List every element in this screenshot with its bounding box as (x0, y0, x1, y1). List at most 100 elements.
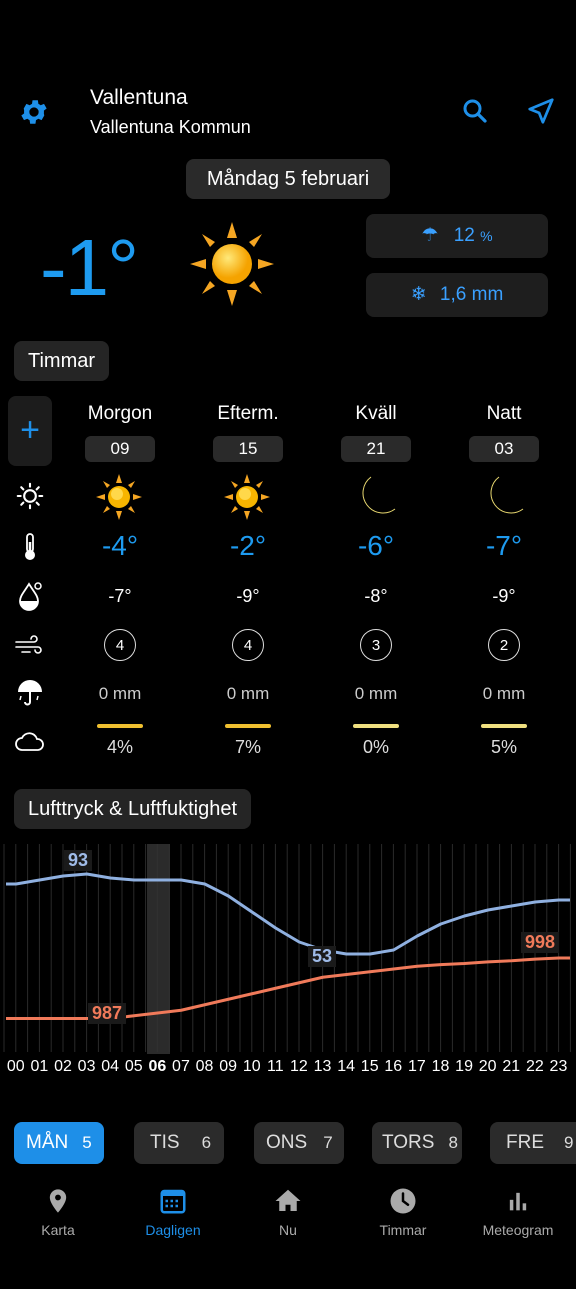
period-feels-like: -8° (364, 586, 388, 606)
cloud-cover-bar (481, 724, 527, 728)
rain-chance-unit: % (480, 228, 493, 244)
snow-amount-box: ❄ 1,6 mm (366, 273, 548, 317)
snow-amount-value: 1,6 mm (439, 284, 504, 305)
day-tab-label: MÅN (26, 1132, 69, 1153)
day-tab-thu[interactable]: TORS 8 (372, 1122, 462, 1164)
hour-axis: 00 01 02 03 04 05 06 07 08 09 10 11 12 13 14 15 16 17 18 19… (4, 1058, 576, 1080)
nav-map-label: Karta (41, 1222, 75, 1238)
day-tab-wed[interactable]: ONS 7 (254, 1122, 344, 1164)
period-precipitation: 0 mm (226, 684, 270, 703)
nav-daily[interactable]: Dagligen (123, 1186, 223, 1238)
nav-hours-label: Timmar (379, 1222, 427, 1238)
gear-icon (21, 100, 47, 124)
municipality-name: Vallentuna Kommun (90, 117, 251, 137)
hour-tick-label: 17 (407, 1058, 426, 1075)
pressure-humidity-chart[interactable] (0, 840, 576, 1055)
sun-outline-icon (16, 482, 44, 515)
hour-tick-label: 19 (455, 1058, 473, 1075)
period-name: Efterm. (217, 403, 279, 424)
pressure-section-label[interactable]: Lufttryck & Luftfuktighet (14, 789, 251, 829)
sun-icon (188, 220, 276, 308)
day-tab-label: ONS (266, 1132, 308, 1153)
current-temperature: -1° (40, 223, 139, 312)
hour-tick-label: 10 (242, 1058, 261, 1075)
day-tab-number: 8 (448, 1133, 458, 1152)
clock-icon (353, 1186, 453, 1222)
hour-tick-label: 18 (431, 1058, 450, 1075)
day-tab-fri[interactable]: FRE 9 (490, 1122, 576, 1164)
hour-tick-label: 22 (525, 1058, 544, 1075)
hour-tick-label: 13 (313, 1058, 332, 1075)
search-button[interactable] (460, 96, 490, 126)
hours-section-label[interactable]: Timmar (14, 341, 110, 381)
wind-speed-badge: 4 (104, 629, 136, 661)
wind-icon (14, 632, 44, 663)
period-precipitation: 0 mm (98, 684, 142, 703)
period-feels-like: -7° (108, 586, 132, 606)
nav-now-label: Nu (279, 1222, 297, 1238)
hour-tick-label: 02 (54, 1058, 72, 1075)
day-tab-number: 9 (564, 1133, 574, 1152)
period-precipitation: 0 mm (482, 684, 526, 703)
cloud-cover-bar (97, 724, 143, 728)
pressure-high-label: 998 (521, 932, 560, 953)
snowflake-icon: ❄ (410, 284, 427, 305)
navigation-arrow-icon (528, 98, 554, 124)
bar-chart-icon (468, 1186, 568, 1222)
sun-icon (223, 473, 271, 526)
period-temperature: -2° (229, 530, 267, 561)
period-hour: 15 (213, 436, 283, 462)
hour-tick-label: 11 (267, 1058, 284, 1075)
hour-tick-label: 06 (148, 1058, 167, 1075)
hour-tick-label: 12 (290, 1058, 308, 1075)
humidity-high-label: 93 (64, 850, 93, 871)
nav-map[interactable]: Karta (8, 1186, 108, 1238)
hour-tick-label: 15 (360, 1058, 379, 1075)
pressure-low-label: 987 (88, 1003, 127, 1024)
humidity-line (6, 872, 570, 956)
hour-tick-label: 08 (195, 1058, 214, 1075)
nav-now[interactable]: Nu (238, 1186, 338, 1238)
location-button[interactable] (526, 96, 556, 126)
period-cloud-cover: 7% (234, 737, 261, 757)
period-temperature: -7° (485, 530, 523, 561)
period-name: Morgon (87, 403, 153, 424)
nav-daily-label: Dagligen (145, 1222, 201, 1238)
moon-icon (353, 473, 399, 526)
add-button[interactable]: + (8, 396, 52, 466)
day-tab-label: FRE (506, 1132, 544, 1153)
home-icon (238, 1186, 338, 1222)
cloud-cover-bar (225, 724, 271, 728)
period-temperature: -6° (357, 530, 395, 561)
day-tab-number: 7 (323, 1133, 333, 1152)
hour-tick-label: 01 (30, 1058, 49, 1075)
day-tab-number: 6 (201, 1133, 212, 1152)
period-hour: 09 (85, 436, 155, 462)
nav-hours[interactable]: Timmar (353, 1186, 453, 1238)
day-tab-mon[interactable]: MÅN 5 (14, 1122, 104, 1164)
hour-tick-label: 16 (384, 1058, 403, 1075)
day-tab-tue[interactable]: TIS 6 (134, 1122, 224, 1164)
moon-icon (481, 473, 527, 526)
hour-tick-label: 05 (124, 1058, 143, 1075)
hour-tick-label: 03 (77, 1058, 96, 1075)
settings-button[interactable] (18, 96, 50, 128)
date-label[interactable]: Måndag 5 februari (186, 159, 390, 199)
hour-tick-label: 20 (478, 1058, 497, 1075)
feels-like-icon (16, 580, 44, 617)
thermometer-icon (18, 532, 42, 567)
umbrella-icon: ☂ (421, 225, 439, 246)
period-hour: 03 (469, 436, 539, 462)
day-tab-label: TIS (150, 1132, 180, 1153)
nav-meteogram-label: Meteogram (482, 1222, 554, 1238)
period-cloud-cover: 0% (362, 737, 389, 757)
period-name: Kväll (355, 403, 397, 424)
period-name: Natt (486, 403, 522, 424)
nav-meteogram[interactable]: Meteogram (468, 1186, 568, 1238)
search-icon (463, 99, 487, 123)
period-feels-like: -9° (492, 586, 516, 606)
cloud-cover-bar (353, 724, 399, 728)
hour-tick-label: 23 (549, 1058, 568, 1075)
hour-tick-label: 21 (502, 1058, 521, 1075)
period-cloud-cover: 5% (490, 737, 517, 757)
